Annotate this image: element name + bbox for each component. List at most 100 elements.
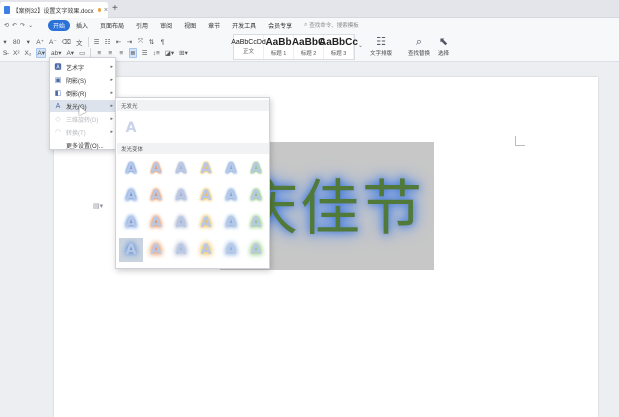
redo-icon[interactable]: ↷	[20, 22, 25, 29]
tab-developer[interactable]: 开发工具	[226, 20, 262, 31]
glow-variant-option[interactable]: A	[144, 184, 168, 208]
glow-variant-option[interactable]: A	[244, 238, 268, 262]
tab-insert[interactable]: 插入	[70, 20, 94, 31]
glow-variant-option[interactable]: A	[244, 157, 268, 181]
style-sample: AaBbCcDd	[231, 39, 266, 46]
tab-sections[interactable]: 章节	[202, 20, 226, 31]
glow-variant-option[interactable]: A	[219, 238, 243, 262]
align-left-icon[interactable]: ≡	[96, 50, 102, 57]
glow-variant-option[interactable]: A	[169, 157, 193, 181]
bullets-icon[interactable]: ☰	[94, 38, 100, 46]
line-spacing-icon[interactable]: ↕≡	[153, 50, 160, 57]
chinese-layout-icon[interactable]: ⤧	[138, 38, 144, 46]
menu-item-wordart[interactable]: 🅰 艺术字 ▸	[50, 61, 116, 73]
shading-icon[interactable]: ◪▾	[165, 49, 174, 57]
glow-variant-option[interactable]: A	[194, 211, 218, 235]
glow-variant-option[interactable]: A	[219, 184, 243, 208]
style-label: 标题 3	[330, 51, 347, 57]
align-right-icon[interactable]: ≡	[118, 50, 124, 57]
style-heading-1[interactable]: AaBb 标题 1	[264, 35, 294, 59]
glow-variant-option[interactable]: A	[169, 211, 193, 235]
menu-item-more-settings[interactable]: 更多设置(O)...	[50, 139, 116, 151]
justify-icon[interactable]: ≣	[129, 48, 137, 58]
style-label: 正文	[242, 49, 254, 55]
document-tab[interactable]: 【案例32】设置文字效果.docx ×	[0, 2, 108, 18]
style-label: 标题 1	[270, 51, 287, 57]
subscript-icon[interactable]: X₂	[25, 50, 32, 57]
distribute-icon[interactable]: ☰	[142, 49, 148, 57]
glow-variant-option[interactable]: A	[194, 238, 218, 262]
tab-bar: 【案例32】设置文字效果.docx × +	[0, 0, 619, 18]
glow-variant-option[interactable]: A	[119, 184, 143, 208]
tab-member[interactable]: 会员专享	[262, 20, 298, 31]
char-border-icon[interactable]: ▭	[79, 49, 85, 57]
no-glow-option[interactable]: A	[122, 119, 140, 137]
glow-variant-option[interactable]: A	[169, 184, 193, 208]
glow-glyph: A	[200, 215, 212, 231]
text-layout-button[interactable]: ☷ 文字排版	[370, 35, 392, 57]
font-size-dropdown-arrow[interactable]: ▾	[25, 38, 31, 46]
text-effects-button[interactable]: A▾	[36, 48, 46, 58]
style-normal[interactable]: AaBbCcDd 正文	[231, 35, 266, 59]
increase-indent-icon[interactable]: ⇥	[127, 38, 133, 46]
submenu-arrow-icon: ▸	[110, 129, 113, 135]
tab-view[interactable]: 视图	[178, 20, 202, 31]
find-replace-button[interactable]: ⌕ 查找替换	[408, 35, 430, 57]
select-button[interactable]: ⬉ 选择	[438, 35, 449, 57]
style-heading-3[interactable]: AaBbCc 标题 3	[319, 35, 358, 59]
glow-variant-option[interactable]: A	[244, 211, 268, 235]
glow-variant-option[interactable]: A	[194, 184, 218, 208]
shadow-icon: ▣	[54, 77, 62, 84]
sort-icon[interactable]: ⇅	[149, 38, 155, 46]
glow-variant-option[interactable]: A	[219, 211, 243, 235]
glow-variant-option[interactable]: A	[194, 157, 218, 181]
glow-variant-option[interactable]: A	[119, 211, 143, 235]
font-size-dropdown[interactable]: 80	[13, 39, 20, 46]
borders-icon[interactable]: ⊞▾	[179, 49, 188, 57]
new-tab-button[interactable]: +	[112, 3, 118, 14]
show-marks-icon[interactable]: ¶	[160, 39, 166, 46]
glow-variant-option[interactable]: A	[119, 238, 143, 262]
no-glow-header: 无发光	[117, 100, 269, 111]
ribbon-separator	[87, 37, 89, 47]
glow-variant-option[interactable]: A	[119, 157, 143, 181]
decrease-indent-icon[interactable]: ⇤	[116, 38, 122, 46]
paragraph-handle-icon[interactable]: ▤▾	[93, 202, 103, 210]
undo-icon[interactable]: ↶	[12, 22, 17, 29]
grow-font-icon[interactable]: A⁺	[36, 38, 44, 46]
tab-review[interactable]: 审阅	[154, 20, 178, 31]
save-icon[interactable]: ⟲	[4, 22, 9, 29]
glow-variant-option[interactable]: A	[144, 157, 168, 181]
glow-variant-option[interactable]: A	[144, 238, 168, 262]
strikethrough-icon[interactable]: S̶	[2, 50, 8, 57]
shrink-font-icon[interactable]: A⁻	[49, 38, 57, 46]
glow-variant-option[interactable]: A	[144, 211, 168, 235]
style-sample: AaBb	[265, 37, 292, 48]
command-search[interactable]: ⌕ 查找命令、搜索模板	[304, 21, 359, 30]
superscript-icon[interactable]: X²	[13, 50, 20, 57]
glow-variant-option[interactable]: A	[244, 184, 268, 208]
menu-item-reflection[interactable]: ◧ 倒影(R) ▸	[50, 87, 116, 99]
font-name-dropdown[interactable]: ▾	[2, 38, 8, 46]
margin-corner-mark	[515, 136, 525, 146]
tab-page-layout[interactable]: 页面布局	[94, 20, 130, 31]
glow-glyph: A	[175, 188, 187, 204]
close-tab-icon[interactable]: ×	[104, 7, 108, 14]
tab-references[interactable]: 引用	[130, 20, 154, 31]
align-center-icon[interactable]: ≡	[107, 50, 113, 57]
numbering-icon[interactable]: ☷	[105, 38, 111, 46]
glow-variant-option[interactable]: A	[169, 238, 193, 262]
submenu-arrow-icon: ▸	[110, 77, 113, 83]
clear-format-icon[interactable]: ⌫	[62, 38, 71, 46]
font-color-icon[interactable]: A▾	[66, 49, 74, 57]
pinyin-icon[interactable]: 文	[76, 37, 83, 47]
glow-glyph: A	[125, 188, 137, 204]
highlight-color-icon[interactable]: ab▾	[51, 49, 62, 57]
tab-home[interactable]: 开始	[48, 19, 71, 31]
styles-expand-icon[interactable]: ⌄	[358, 42, 363, 49]
menu-item-label: 转换(T)	[66, 130, 86, 137]
glow-variant-option[interactable]: A	[219, 157, 243, 181]
quick-more-icon[interactable]: ⌄	[28, 22, 33, 29]
menu-item-shadow[interactable]: ▣ 阴影(S) ▸	[50, 74, 116, 86]
menu-item-label: 更多设置(O)...	[66, 143, 104, 150]
